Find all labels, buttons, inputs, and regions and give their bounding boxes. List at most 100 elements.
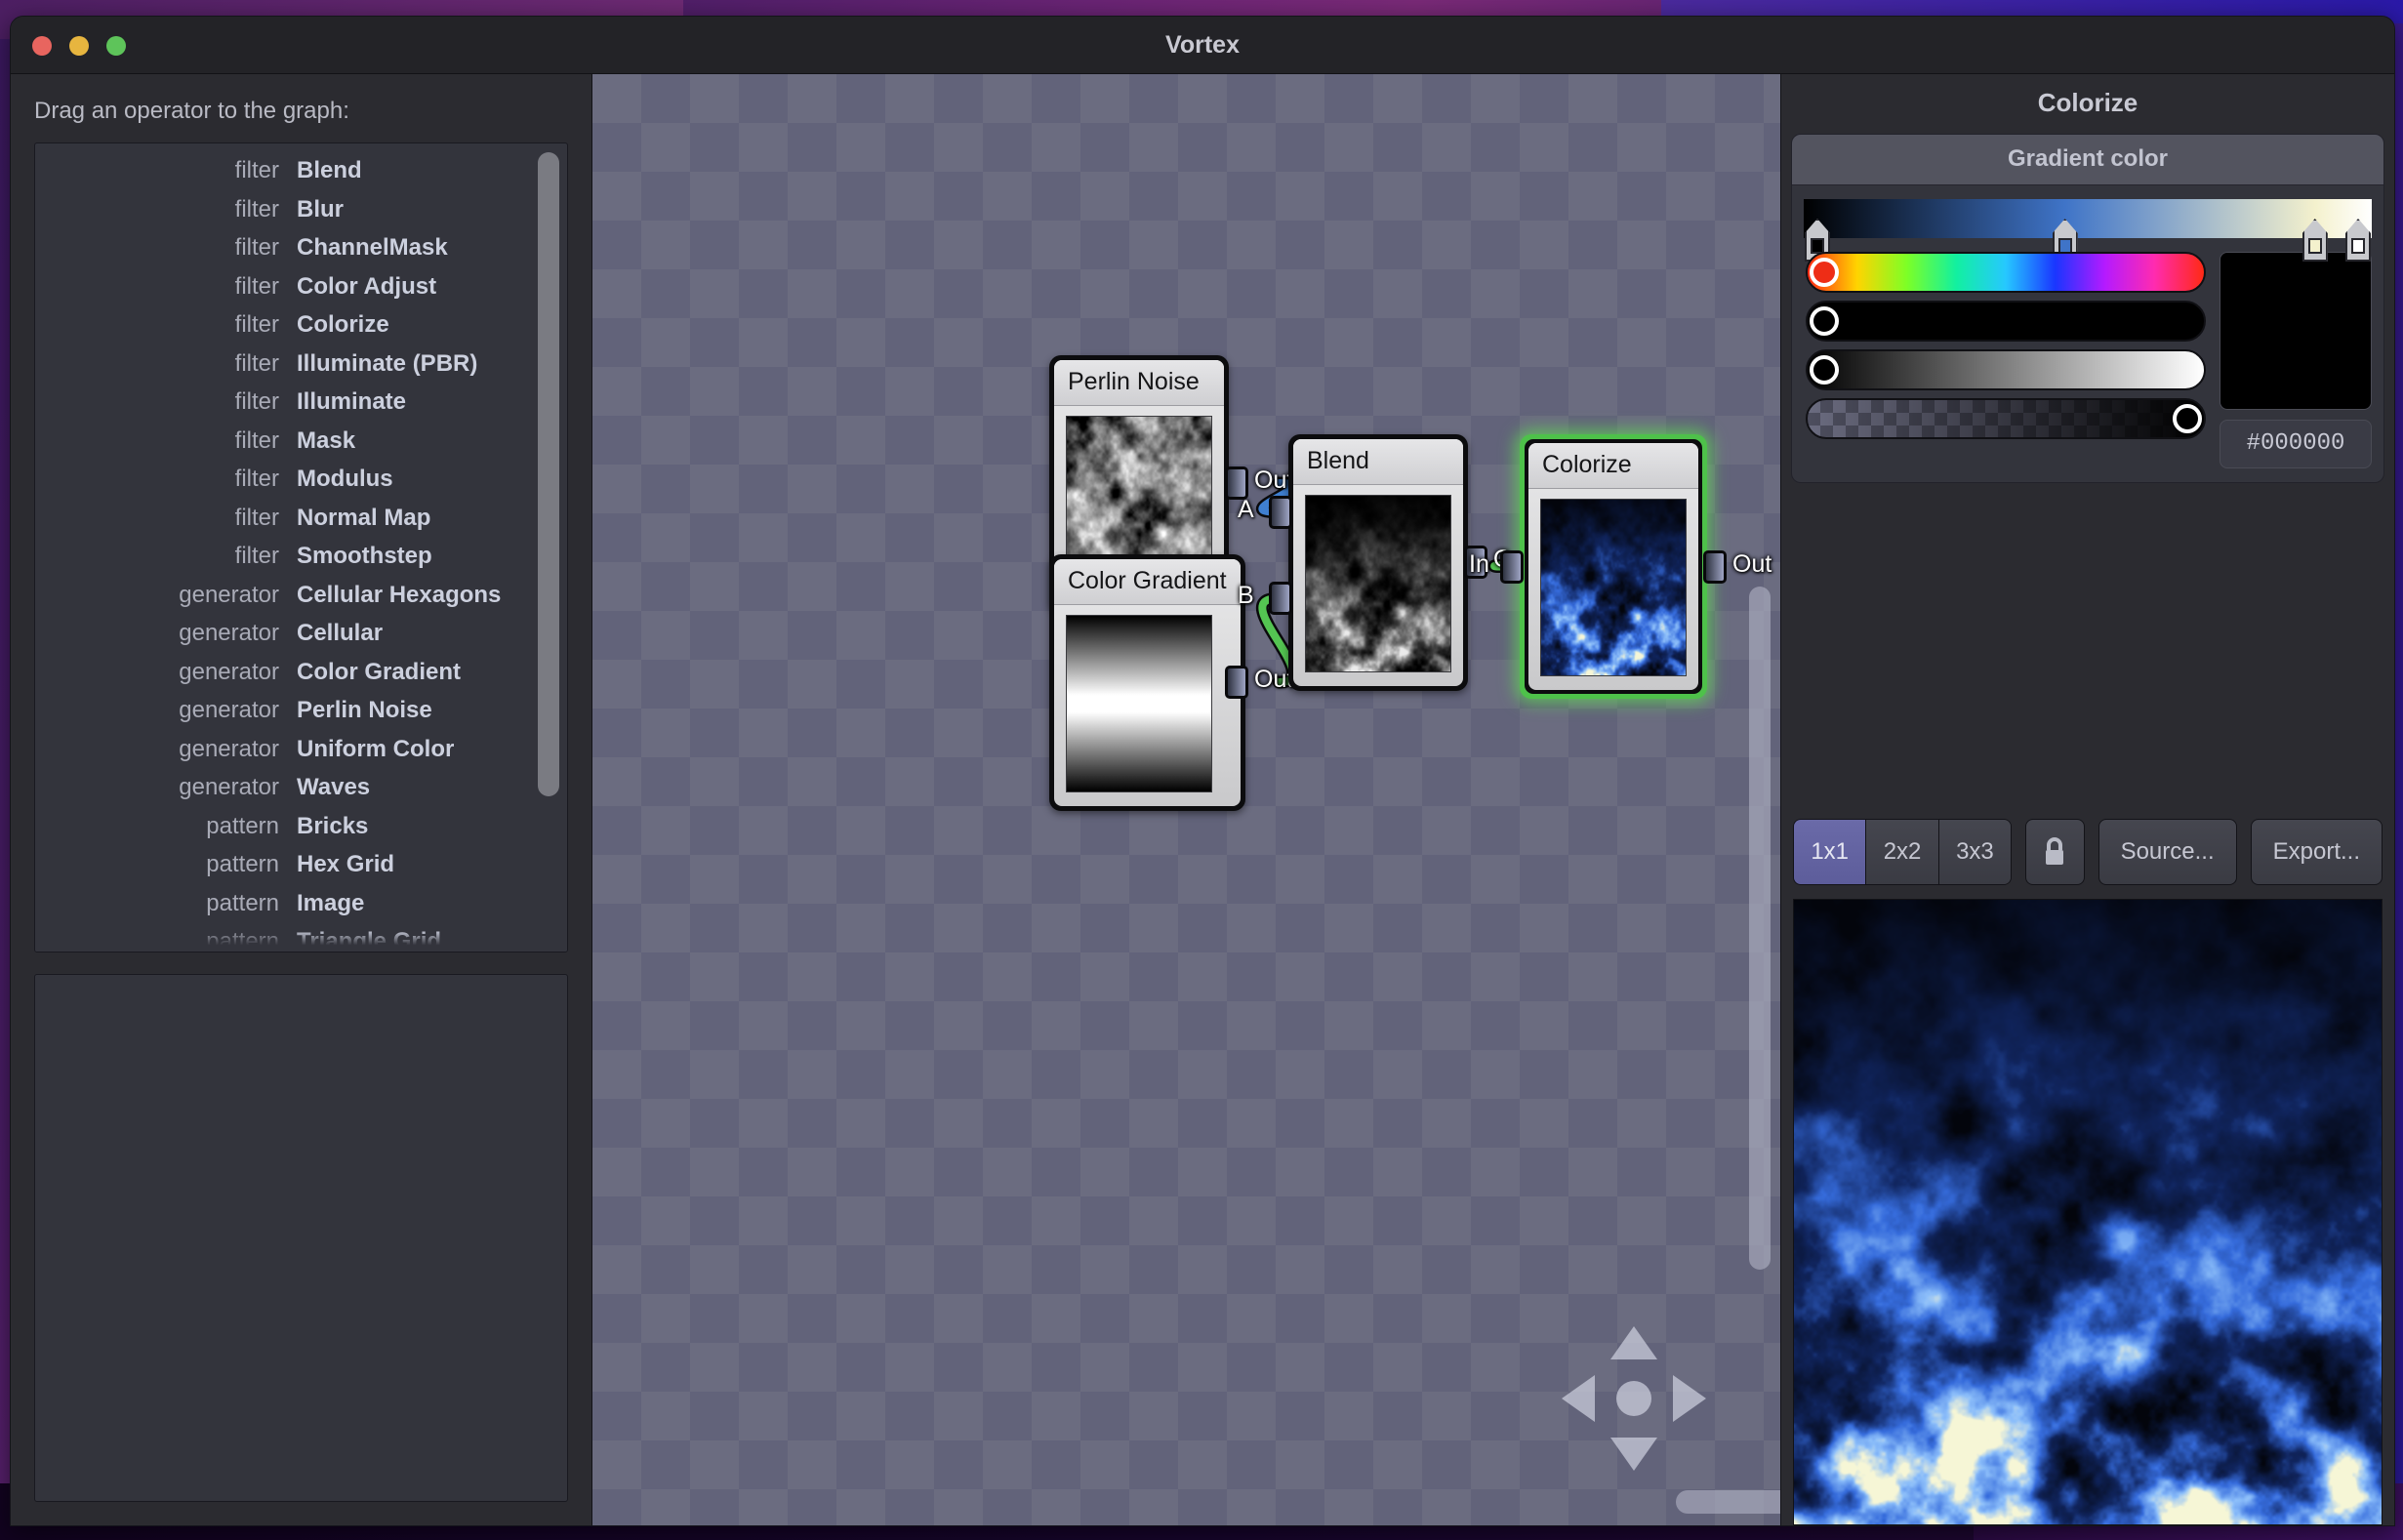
saturation-slider[interactable] [1806,301,2206,342]
app-window: Vortex Drag an operator to the graph: fi… [10,16,2395,1526]
node-thumbnail [1305,495,1451,672]
operator-category: filter [234,543,279,569]
operator-name: Color Adjust [297,272,437,300]
brightness-slider[interactable] [1806,349,2206,390]
gradient-preview-bar[interactable] [1804,199,2372,238]
operator-name: Image [297,889,365,916]
brightness-slider-knob[interactable] [1810,355,1839,385]
operator-list-item[interactable]: filter Modulus [35,466,567,505]
gradient-stop-handle[interactable] [2345,219,2371,262]
operator-list-item[interactable]: filter Illuminate [35,388,567,427]
pan-right-arrow-icon[interactable] [1673,1375,1706,1422]
node-input-port-label: A [1238,495,1254,523]
operator-category: filter [234,466,279,492]
output-preview[interactable] [1793,899,2383,1525]
pan-up-arrow-icon[interactable] [1610,1326,1657,1359]
operator-list-item[interactable]: generator Perlin Noise [35,697,567,736]
operator-list-item[interactable]: filter Mask [35,427,567,466]
alpha-slider-knob[interactable] [2173,404,2202,433]
lock-button[interactable] [2025,819,2085,885]
operator-list[interactable]: filter Blend filter Blur filter ChannelMask fi… [34,142,568,952]
operator-category: pattern [206,851,279,877]
operator-list-item[interactable]: filter Blur [35,196,567,235]
gradient-stop-color-swatch [2307,238,2322,254]
operator-list-item[interactable]: filter Smoothstep [35,543,567,582]
operator-name: Colorize [297,311,389,338]
lock-icon [2046,837,2064,865]
node-input-port[interactable] [1500,549,1524,584]
operator-list-item[interactable]: filter Blend [35,157,567,196]
gradient-editor[interactable] [1804,199,2372,262]
operator-category: filter [234,272,279,300]
node-output-port-label: Out [1732,549,1772,578]
node-output-port[interactable] [1703,549,1727,584]
operator-category: filter [234,157,279,183]
hue-slider[interactable] [1806,252,2206,293]
operator-list-item[interactable]: filter Illuminate (PBR) [35,350,567,389]
operator-category: generator [179,735,279,762]
node-title: Blend [1293,439,1463,485]
node-output-port[interactable] [1225,666,1248,700]
hue-slider-knob[interactable] [1810,258,1839,287]
preview-toolbar: 1x1 2x2 3x3 Source... Export... [1787,819,2388,899]
pan-left-arrow-icon[interactable] [1562,1375,1595,1422]
graph-vertical-scrollbar[interactable] [1749,587,1771,1270]
operator-list-item[interactable]: filter ChannelMask [35,234,567,273]
operator-name: Waves [297,774,371,800]
node-title: Color Gradient [1054,559,1241,605]
gradient-color-header: Gradient color [1792,135,2383,185]
operator-list-item[interactable]: pattern Bricks [35,813,567,852]
gradient-stop-color-swatch [2351,238,2365,254]
saturation-slider-row[interactable] [1804,301,2208,342]
operator-name: ChannelMask [297,234,448,261]
tiling-3x3-button[interactable]: 3x3 [1938,820,2012,884]
saturation-slider-knob[interactable] [1810,306,1839,336]
operator-list-scrollbar[interactable] [538,152,559,796]
operator-category: pattern [206,889,279,916]
operator-category: filter [234,311,279,338]
node-graph-canvas[interactable]: Perlin NoiseOutColor GradientOutBlendOut… [592,74,1781,1525]
export-button[interactable]: Export... [2250,819,2383,885]
tiling-1x1-button[interactable]: 1x1 [1794,820,1867,884]
tiling-segmented-control[interactable]: 1x1 2x2 3x3 [1793,819,2013,885]
source-button[interactable]: Source... [2098,819,2237,885]
tiling-2x2-button[interactable]: 2x2 [1866,820,1939,884]
gradient-color-card: Gradient color #000000 [1791,134,2384,483]
graph-node-blend[interactable]: Blend [1288,434,1468,691]
operator-name: Smoothstep [297,543,432,569]
operator-name: Uniform Color [297,735,455,762]
operator-category: pattern [206,928,279,952]
pan-center-icon[interactable] [1616,1381,1651,1416]
operator-list-item[interactable]: filter Colorize [35,311,567,350]
operator-list-item[interactable]: generator Color Gradient [35,659,567,698]
operator-name: Cellular Hexagons [297,581,502,608]
operator-list-item[interactable]: generator Uniform Color [35,736,567,775]
title-bar: Vortex [11,17,2394,74]
graph-node-gradient[interactable]: Color Gradient [1049,554,1245,811]
operator-list-item[interactable]: pattern Image [35,890,567,929]
alpha-slider-row[interactable] [1804,398,2208,439]
brightness-slider-row[interactable] [1804,349,2208,390]
drag-hint-label: Drag an operator to the graph: [34,98,349,124]
operator-list-item[interactable]: generator Cellular [35,620,567,659]
operator-list-item[interactable]: generator Waves [35,774,567,813]
alpha-slider[interactable] [1806,398,2206,439]
operator-detail-panel [34,974,568,1502]
hex-color-field[interactable]: #000000 [2220,420,2372,468]
operator-list-item[interactable]: filter Color Adjust [35,273,567,312]
graph-horizontal-scrollbar[interactable] [1676,1490,1780,1514]
node-input-port[interactable] [1269,582,1292,616]
node-input-port[interactable] [1269,495,1292,529]
color-swatch-preview[interactable] [2220,252,2372,410]
gradient-stop-handle[interactable] [2301,219,2328,262]
graph-navigation-pad[interactable] [1562,1326,1706,1471]
operator-name: Color Gradient [297,658,462,685]
operator-category: filter [234,349,279,377]
graph-node-colorize[interactable]: Colorize [1520,434,1707,699]
operator-list-item[interactable]: filter Normal Map [35,505,567,544]
hue-slider-row[interactable] [1804,252,2208,293]
operator-list-item[interactable]: pattern Hex Grid [35,851,567,890]
operator-list-item[interactable]: pattern Triangle Grid [35,928,567,952]
pan-down-arrow-icon[interactable] [1610,1438,1657,1471]
operator-list-item[interactable]: generator Cellular Hexagons [35,582,567,621]
